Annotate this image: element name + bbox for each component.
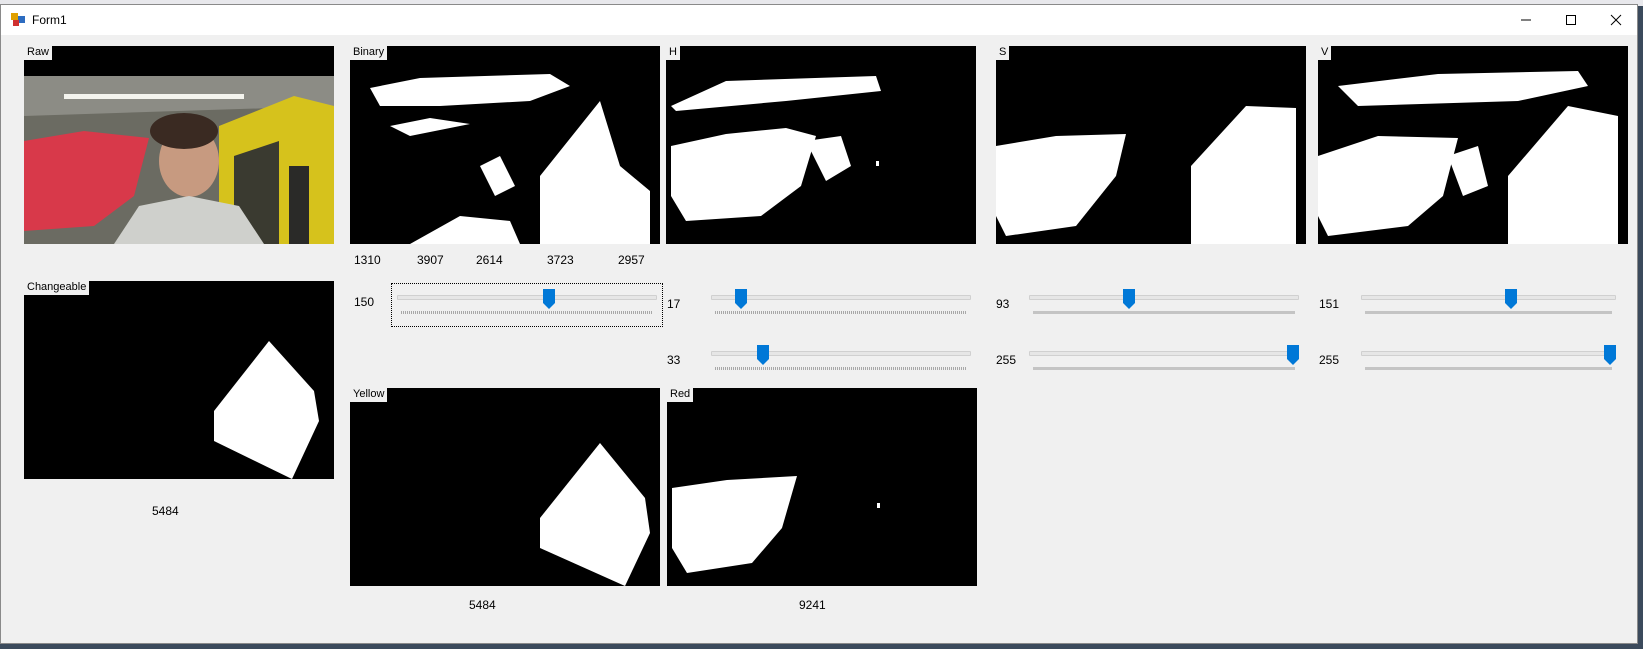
changeable-mask-image xyxy=(214,341,319,479)
v-image-box: V xyxy=(1318,46,1628,244)
trackbar-ticks xyxy=(1033,311,1295,314)
maximize-icon xyxy=(1566,15,1576,25)
v-low-value: 151 xyxy=(1319,297,1340,311)
binary-count-5: 2957 xyxy=(618,253,645,267)
yellow-image-box: Yellow xyxy=(350,388,660,586)
v-label: V xyxy=(1318,46,1332,60)
v-low-trackbar[interactable] xyxy=(1361,289,1616,319)
v-mask-image xyxy=(1318,71,1618,244)
v-high-value: 255 xyxy=(1319,353,1340,367)
trackbar-ticks xyxy=(715,311,967,314)
trackbar-rail xyxy=(711,351,971,356)
trackbar-ticks xyxy=(715,367,967,370)
red-label: Red xyxy=(667,388,694,402)
minimize-icon xyxy=(1521,19,1531,21)
raw-image-box: Raw xyxy=(24,46,334,244)
binary-count-2: 3907 xyxy=(417,253,444,267)
binary-image-box: Binary xyxy=(350,46,660,244)
binary-count-3: 2614 xyxy=(476,253,503,267)
red-count: 9241 xyxy=(799,598,826,612)
form1-window: Form1 Raw Binary H S V 1310 3907 2614 37… xyxy=(0,4,1638,644)
yellow-label: Yellow xyxy=(350,388,388,402)
h-low-trackbar[interactable] xyxy=(711,289,971,319)
trackbar-ticks xyxy=(1365,311,1612,314)
s-high-trackbar[interactable] xyxy=(1029,345,1299,375)
trackbar-thumb[interactable] xyxy=(1287,345,1299,365)
binary-label: Binary xyxy=(350,46,388,60)
binary-threshold-value: 150 xyxy=(354,295,375,309)
trackbar-ticks xyxy=(401,311,653,314)
s-mask-image xyxy=(996,106,1296,244)
close-button[interactable] xyxy=(1593,5,1639,35)
s-label: S xyxy=(996,46,1010,60)
trackbar-thumb[interactable] xyxy=(1604,345,1616,365)
h-low-value: 17 xyxy=(667,297,681,311)
window-title: Form1 xyxy=(32,13,67,27)
minimize-button[interactable] xyxy=(1503,5,1549,35)
trackbar-rail xyxy=(1361,351,1616,356)
s-low-trackbar[interactable] xyxy=(1029,289,1299,319)
trackbar-thumb[interactable] xyxy=(734,289,747,309)
trackbar-thumb[interactable] xyxy=(756,345,769,365)
s-high-value: 255 xyxy=(996,353,1017,367)
binary-count-1: 1310 xyxy=(354,253,381,267)
trackbar-thumb[interactable] xyxy=(542,289,555,309)
close-icon xyxy=(1610,14,1622,26)
raw-camera-image xyxy=(24,46,334,244)
red-mask-image xyxy=(672,476,880,573)
changeable-label: Changeable xyxy=(24,281,90,295)
trackbar-rail xyxy=(397,295,657,300)
trackbar-thumb[interactable] xyxy=(1504,289,1517,309)
trackbar-rail xyxy=(1029,295,1299,300)
raw-label: Raw xyxy=(24,46,53,60)
v-high-trackbar[interactable] xyxy=(1361,345,1616,375)
binary-threshold-trackbar[interactable] xyxy=(397,289,657,319)
s-low-value: 93 xyxy=(996,297,1010,311)
trackbar-thumb[interactable] xyxy=(1123,289,1136,309)
h-image-box: H xyxy=(666,46,976,244)
trackbar-rail xyxy=(711,295,971,300)
s-image-box: S xyxy=(996,46,1306,244)
binary-mask-image xyxy=(370,74,650,244)
trackbar-ticks xyxy=(1365,367,1612,370)
yellow-count: 5484 xyxy=(469,598,496,612)
title-bar[interactable]: Form1 xyxy=(1,5,1637,35)
trackbar-rail xyxy=(1361,295,1616,300)
trackbar-ticks xyxy=(1033,367,1295,370)
binary-count-4: 3723 xyxy=(547,253,574,267)
h-label: H xyxy=(666,46,680,60)
h-mask-image xyxy=(671,76,881,221)
app-icon xyxy=(11,13,25,26)
form-client-area: Raw Binary H S V 1310 3907 2614 3723 295… xyxy=(1,35,1637,643)
changeable-image-box: Changeable xyxy=(24,281,334,479)
trackbar-rail xyxy=(1029,351,1299,356)
red-image-box: Red xyxy=(667,388,977,586)
maximize-button[interactable] xyxy=(1548,5,1594,35)
changeable-count: 5484 xyxy=(152,504,179,518)
yellow-mask-image xyxy=(540,443,650,586)
h-high-trackbar[interactable] xyxy=(711,345,971,375)
h-high-value: 33 xyxy=(667,353,681,367)
binary-threshold-trackbar-frame xyxy=(391,283,663,327)
